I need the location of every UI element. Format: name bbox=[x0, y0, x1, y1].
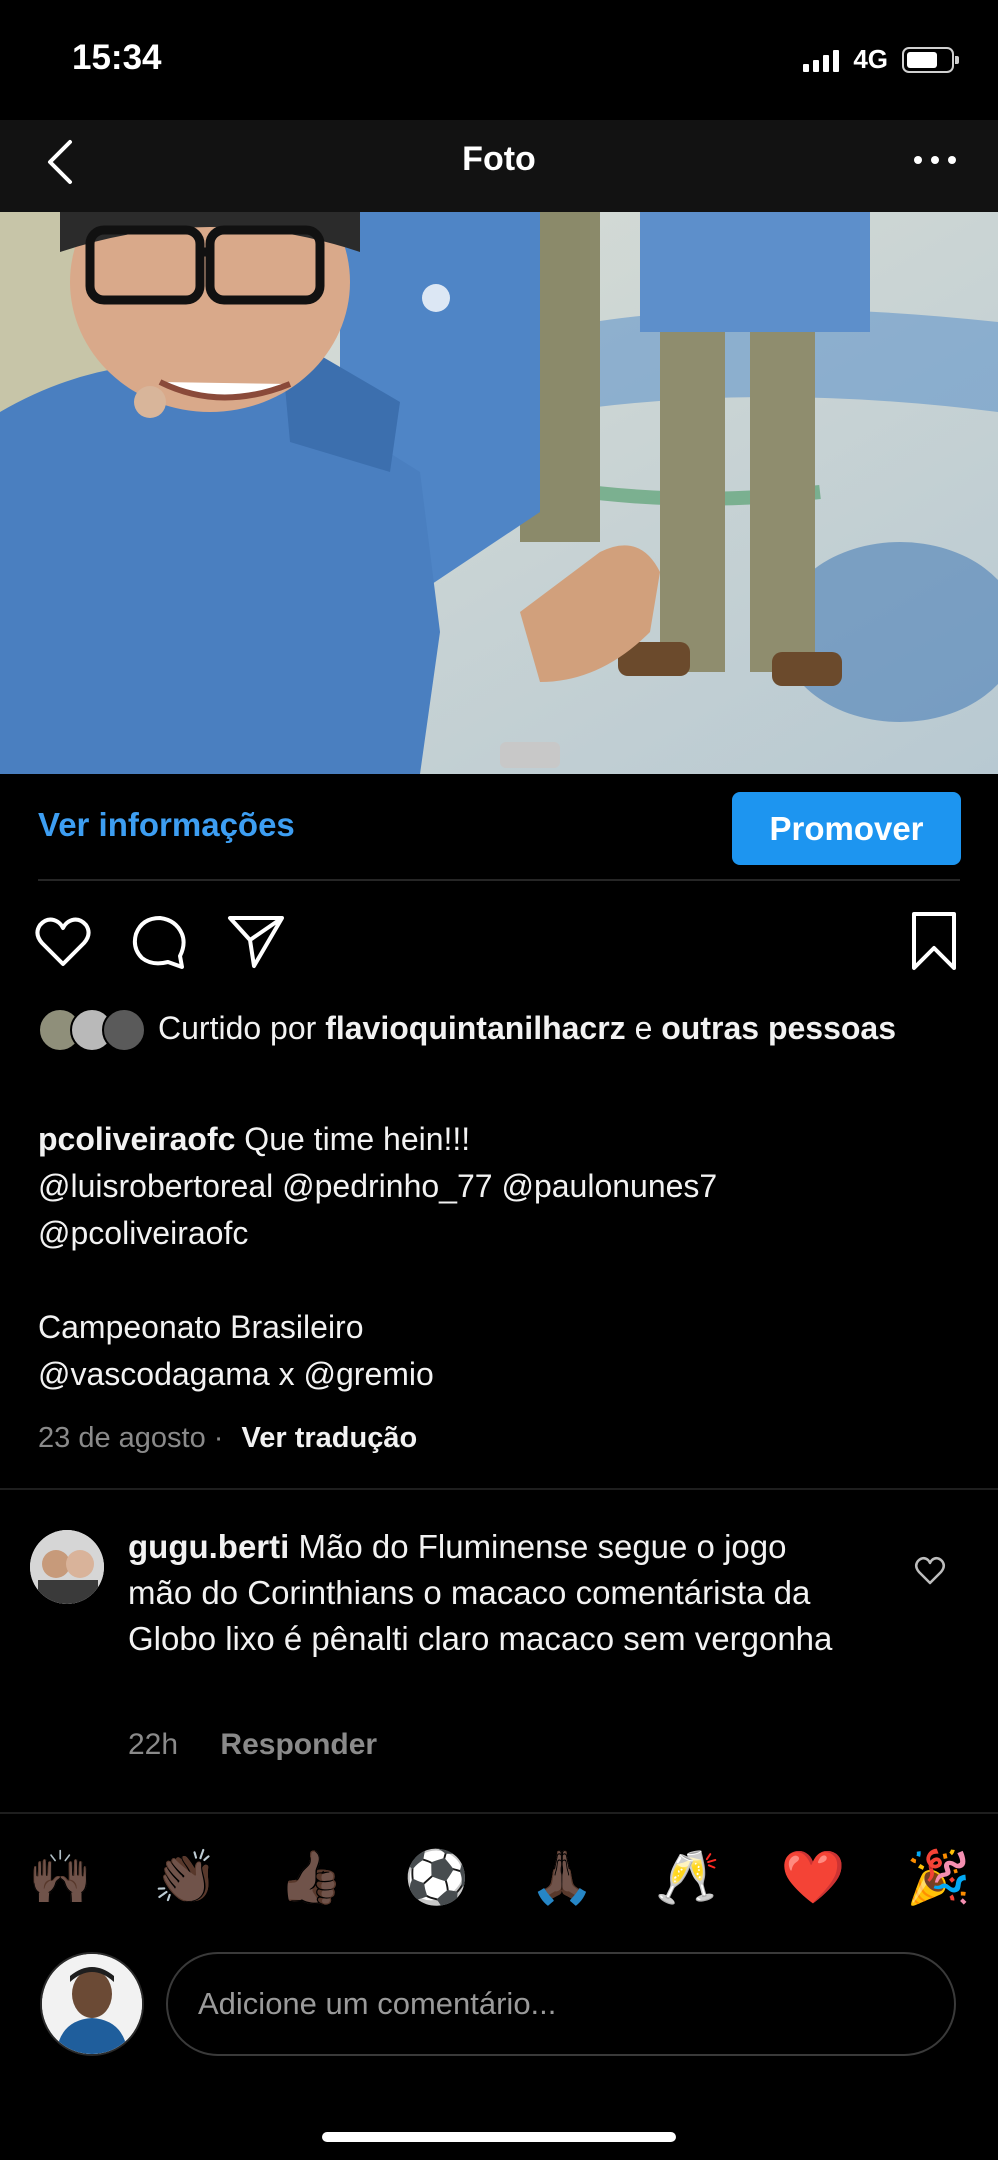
send-icon[interactable] bbox=[226, 912, 286, 970]
post-caption: pcoliveiraofc Que time hein!!! @luisrobe… bbox=[38, 1116, 958, 1398]
bookmark-icon[interactable] bbox=[908, 910, 960, 972]
liked-by-prefix: Curtido por bbox=[158, 1010, 317, 1046]
emoji-folded-hands[interactable]: 🙏🏿 bbox=[530, 1846, 595, 1910]
more-dots-icon[interactable] bbox=[914, 156, 956, 166]
photo-illustration bbox=[0, 212, 998, 774]
add-comment-input[interactable] bbox=[166, 1952, 956, 2056]
liker-avatars[interactable] bbox=[38, 1008, 146, 1052]
battery-icon bbox=[902, 46, 959, 73]
divider bbox=[38, 879, 960, 881]
reply-button[interactable]: Responder bbox=[220, 1728, 377, 1761]
emoji-raising-hands[interactable]: 🙌🏿 bbox=[28, 1846, 93, 1910]
view-insights-link[interactable]: Ver informações bbox=[38, 806, 295, 844]
post-date: 23 de agosto bbox=[38, 1422, 206, 1454]
home-indicator[interactable] bbox=[322, 2132, 676, 2142]
status-indicators: 4G bbox=[803, 44, 959, 75]
liker-username[interactable]: flavioquintanilhacrz bbox=[325, 1010, 625, 1046]
comment-username[interactable]: gugu.berti bbox=[128, 1528, 289, 1565]
comment-icon[interactable] bbox=[130, 914, 188, 970]
emoji-reactions-bar: 🙌🏿 👏🏿 👍🏿 ⚽ 🙏🏿 🥂 ❤️ 🎉 bbox=[28, 1846, 971, 1910]
caption-line: Campeonato Brasileiro bbox=[38, 1309, 364, 1345]
network-type: 4G bbox=[853, 44, 888, 74]
liked-by-text[interactable]: Curtido por flavioquintanilhacrz e outra… bbox=[158, 1005, 958, 1051]
current-user-avatar bbox=[40, 1952, 144, 2056]
emoji-clapping-hands[interactable]: 👏🏿 bbox=[153, 1846, 218, 1910]
post-date-row: 23 de agosto · Ver tradução bbox=[38, 1422, 417, 1455]
divider bbox=[0, 1488, 998, 1490]
avatar-image bbox=[30, 1530, 104, 1604]
avatar-image bbox=[42, 1954, 142, 2054]
caption-mentions-line[interactable]: @luisrobertoreal @pedrinho_77 @paulonune… bbox=[38, 1163, 958, 1210]
emoji-clinking-glasses[interactable]: 🥂 bbox=[655, 1846, 720, 1910]
avatar bbox=[102, 1008, 146, 1052]
emoji-party-popper[interactable]: 🎉 bbox=[906, 1846, 971, 1910]
see-translation-link[interactable]: Ver tradução bbox=[242, 1422, 418, 1454]
divider bbox=[0, 1812, 998, 1814]
comment-time: 22h bbox=[128, 1728, 179, 1761]
emoji-soccer-ball[interactable]: ⚽ bbox=[404, 1846, 469, 1910]
caption-username[interactable]: pcoliveiraofc bbox=[38, 1121, 235, 1157]
separator: · bbox=[213, 1422, 224, 1454]
promote-button[interactable]: Promover bbox=[732, 792, 961, 865]
cell-signal-icon bbox=[803, 48, 840, 72]
liked-by-others[interactable]: outras pessoas bbox=[661, 1010, 896, 1046]
caption-mentions-line[interactable]: @vascodagama x @gremio bbox=[38, 1351, 958, 1398]
caption-text: Que time hein!!! bbox=[244, 1121, 471, 1157]
comment-like-icon[interactable] bbox=[914, 1556, 946, 1586]
avatar[interactable] bbox=[30, 1530, 104, 1604]
page-title: Foto bbox=[462, 140, 536, 178]
emoji-thumbs-up[interactable]: 👍🏿 bbox=[279, 1846, 344, 1910]
comment-meta: 22h Responder bbox=[128, 1728, 377, 1762]
emoji-red-heart[interactable]: ❤️ bbox=[781, 1846, 846, 1910]
liked-by-connector: e bbox=[634, 1010, 653, 1046]
post-photo[interactable] bbox=[0, 212, 998, 774]
comment-body: gugu.berti Mão do Fluminense segue o jog… bbox=[128, 1524, 848, 1662]
caption-mentions-line[interactable]: @pcoliveiraofc bbox=[38, 1210, 958, 1257]
status-time: 15:34 bbox=[72, 38, 162, 77]
heart-icon[interactable] bbox=[34, 916, 92, 968]
